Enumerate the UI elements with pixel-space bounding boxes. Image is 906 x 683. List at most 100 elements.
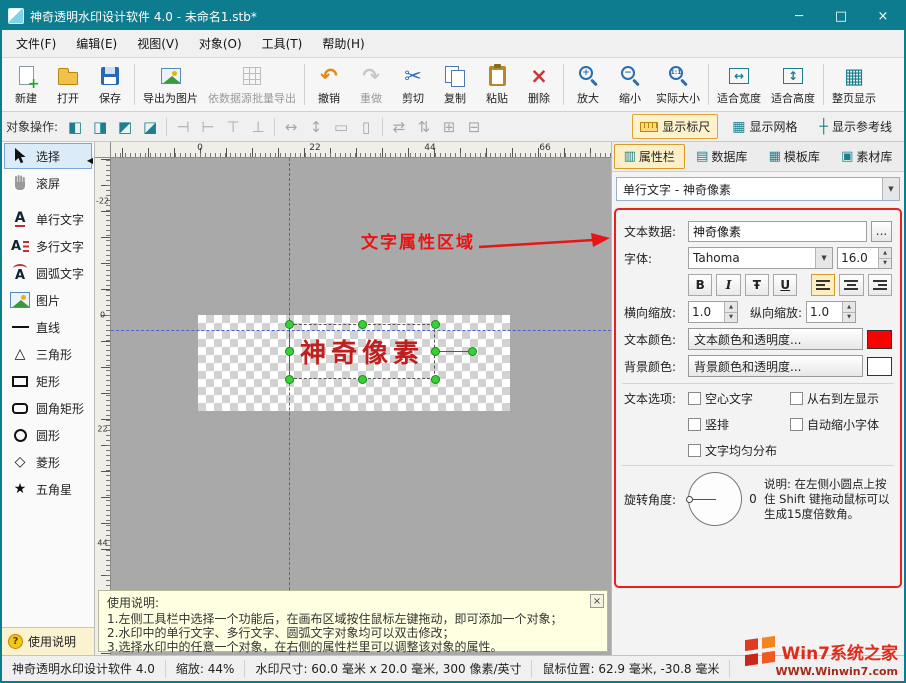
rotate-handle[interactable] xyxy=(468,347,477,356)
object-selector[interactable]: 单行文字 - 神奇像素 ▼ xyxy=(616,177,900,201)
v-scale-spinner[interactable]: 1.0 ▲ ▼ xyxy=(806,301,857,323)
checkbox-icon[interactable] xyxy=(688,392,701,405)
tool-multi-line-text[interactable]: A 多行文字 xyxy=(4,233,92,259)
rotation-dial[interactable] xyxy=(686,472,742,526)
zoom-out-button[interactable]: − 缩小 xyxy=(609,59,651,110)
sidebar-collapse-icon[interactable]: ◀ xyxy=(87,156,93,165)
font-size-spinner[interactable]: 16.0 ▲ ▼ xyxy=(837,247,892,269)
tool-triangle[interactable]: △ 三角形 xyxy=(4,341,92,367)
menu-tools[interactable]: 工具(T) xyxy=(252,30,313,57)
font-select[interactable]: Tahoma ▼ xyxy=(688,247,834,269)
spin-up-icon[interactable]: ▲ xyxy=(879,248,891,259)
resize-handle-sw[interactable] xyxy=(285,375,294,384)
align-right-text-button[interactable] xyxy=(867,274,892,296)
tool-select[interactable]: 选择 xyxy=(4,143,92,169)
tab-properties[interactable]: ▥ 属性栏 xyxy=(614,144,685,169)
checkbox-icon[interactable] xyxy=(688,418,701,431)
maximize-button[interactable]: □ xyxy=(820,2,862,30)
tab-materials[interactable]: ▣ 素材库 xyxy=(832,144,903,169)
show-ruler-toggle[interactable]: 显示标尺 xyxy=(632,114,719,139)
tool-pan[interactable]: 滚屏 xyxy=(4,170,92,196)
send-to-back-button[interactable]: ◨ xyxy=(88,115,112,139)
bg-color-button[interactable]: 背景颜色和透明度... xyxy=(688,355,863,377)
spin-up-icon[interactable]: ▲ xyxy=(843,302,856,313)
menu-view[interactable]: 视图(V) xyxy=(127,30,189,57)
font-dropdown-arrow-icon[interactable]: ▼ xyxy=(815,248,833,268)
minimize-button[interactable]: ─ xyxy=(778,2,820,30)
menu-edit[interactable]: 编辑(E) xyxy=(66,30,127,57)
option-hollow-text[interactable]: 空心文字 xyxy=(688,390,784,407)
usage-help-button[interactable]: ? 使用说明 xyxy=(2,627,94,655)
tool-line[interactable]: 直线 xyxy=(4,314,92,340)
tool-star[interactable]: ★ 五角星 xyxy=(4,476,92,502)
option-even-distribution[interactable]: 文字均匀分布 xyxy=(688,442,784,459)
paste-button[interactable]: 粘贴 xyxy=(476,59,518,110)
tool-rectangle[interactable]: 矩形 xyxy=(4,368,92,394)
fit-width-button[interactable]: ↔ 适合宽度 xyxy=(712,59,766,110)
menu-object[interactable]: 对象(O) xyxy=(189,30,252,57)
align-center-text-button[interactable] xyxy=(839,274,864,296)
underline-button[interactable]: U xyxy=(773,274,798,296)
spin-down-icon[interactable]: ▼ xyxy=(879,258,891,268)
resize-handle-n[interactable] xyxy=(358,320,367,329)
show-guides-toggle[interactable]: ┼ 显示参考线 xyxy=(812,114,900,139)
move-up-button[interactable]: ◩ xyxy=(113,115,137,139)
zoom-in-button[interactable]: + 放大 xyxy=(567,59,609,110)
resize-handle-se[interactable] xyxy=(431,375,440,384)
export-image-button[interactable]: 导出为图片 xyxy=(138,59,203,110)
copy-button[interactable]: 复制 xyxy=(434,59,476,110)
h-scale-spinner[interactable]: 1.0 ▲ ▼ xyxy=(688,301,738,323)
undo-button[interactable]: ↶ 撤销 xyxy=(308,59,350,110)
checkbox-icon[interactable] xyxy=(688,444,701,457)
text-color-swatch[interactable] xyxy=(867,329,892,349)
text-color-button[interactable]: 文本颜色和透明度... xyxy=(688,328,863,350)
help-box-close-button[interactable]: × xyxy=(590,594,604,608)
new-button[interactable]: 新建 xyxy=(5,59,47,110)
checkbox-icon[interactable] xyxy=(790,392,803,405)
save-button[interactable]: 保存 xyxy=(89,59,131,110)
resize-handle-w[interactable] xyxy=(285,347,294,356)
open-button[interactable]: 打开 xyxy=(47,59,89,110)
selection-box[interactable]: 神奇像素 xyxy=(289,324,435,379)
show-grid-toggle[interactable]: ▦ 显示网格 xyxy=(724,114,805,139)
resize-handle-e[interactable] xyxy=(431,347,440,356)
tab-database[interactable]: ▤ 数据库 xyxy=(687,144,758,169)
italic-button[interactable]: I xyxy=(716,274,741,296)
checkbox-icon[interactable] xyxy=(790,418,803,431)
spin-down-icon[interactable]: ▼ xyxy=(725,312,737,322)
option-right-to-left[interactable]: 从右到左显示 xyxy=(790,390,892,407)
resize-handle-ne[interactable] xyxy=(431,320,440,329)
option-auto-shrink-font[interactable]: 自动缩小字体 xyxy=(790,416,892,433)
resize-handle-nw[interactable] xyxy=(285,320,294,329)
menu-file[interactable]: 文件(F) xyxy=(6,30,66,57)
tool-single-line-text[interactable]: A 单行文字 xyxy=(4,206,92,232)
delete-button[interactable]: × 删除 xyxy=(518,59,560,110)
resize-handle-s[interactable] xyxy=(358,375,367,384)
move-down-button[interactable]: ◪ xyxy=(138,115,162,139)
bring-to-front-button[interactable]: ◧ xyxy=(63,115,87,139)
menu-help[interactable]: 帮助(H) xyxy=(312,30,374,57)
option-vertical-text[interactable]: 竖排 xyxy=(688,416,784,433)
tab-templates[interactable]: ▦ 模板库 xyxy=(759,144,830,169)
tool-diamond[interactable]: ◇ 菱形 xyxy=(4,449,92,475)
bold-button[interactable]: B xyxy=(688,274,713,296)
close-button[interactable]: × xyxy=(862,2,904,30)
strikethrough-button[interactable]: Ŧ xyxy=(744,274,770,296)
tool-arc-text[interactable]: A 圆弧文字 xyxy=(4,260,92,286)
tool-image[interactable]: 图片 xyxy=(4,287,92,313)
bg-color-swatch[interactable] xyxy=(867,356,892,376)
cut-button[interactable]: ✂ 剪切 xyxy=(392,59,434,110)
fit-height-button[interactable]: ↕ 适合高度 xyxy=(766,59,820,110)
align-left-text-button[interactable] xyxy=(810,274,836,296)
design-canvas[interactable]: 神奇像素 文字属性区域 xyxy=(111,158,611,655)
spin-up-icon[interactable]: ▲ xyxy=(725,302,737,313)
text-data-more-button[interactable]: ... xyxy=(871,220,892,242)
rotation-dial-handle[interactable] xyxy=(686,496,693,503)
actual-size-button[interactable]: 1:1 实际大小 xyxy=(651,59,705,110)
text-data-input[interactable] xyxy=(688,220,867,242)
tool-circle[interactable]: 圆形 xyxy=(4,422,92,448)
spin-down-icon[interactable]: ▼ xyxy=(843,312,856,322)
dropdown-arrow-icon[interactable]: ▼ xyxy=(882,178,899,200)
full-page-button[interactable]: ▦ 整页显示 xyxy=(827,59,881,110)
tool-rounded-rectangle[interactable]: 圆角矩形 xyxy=(4,395,92,421)
